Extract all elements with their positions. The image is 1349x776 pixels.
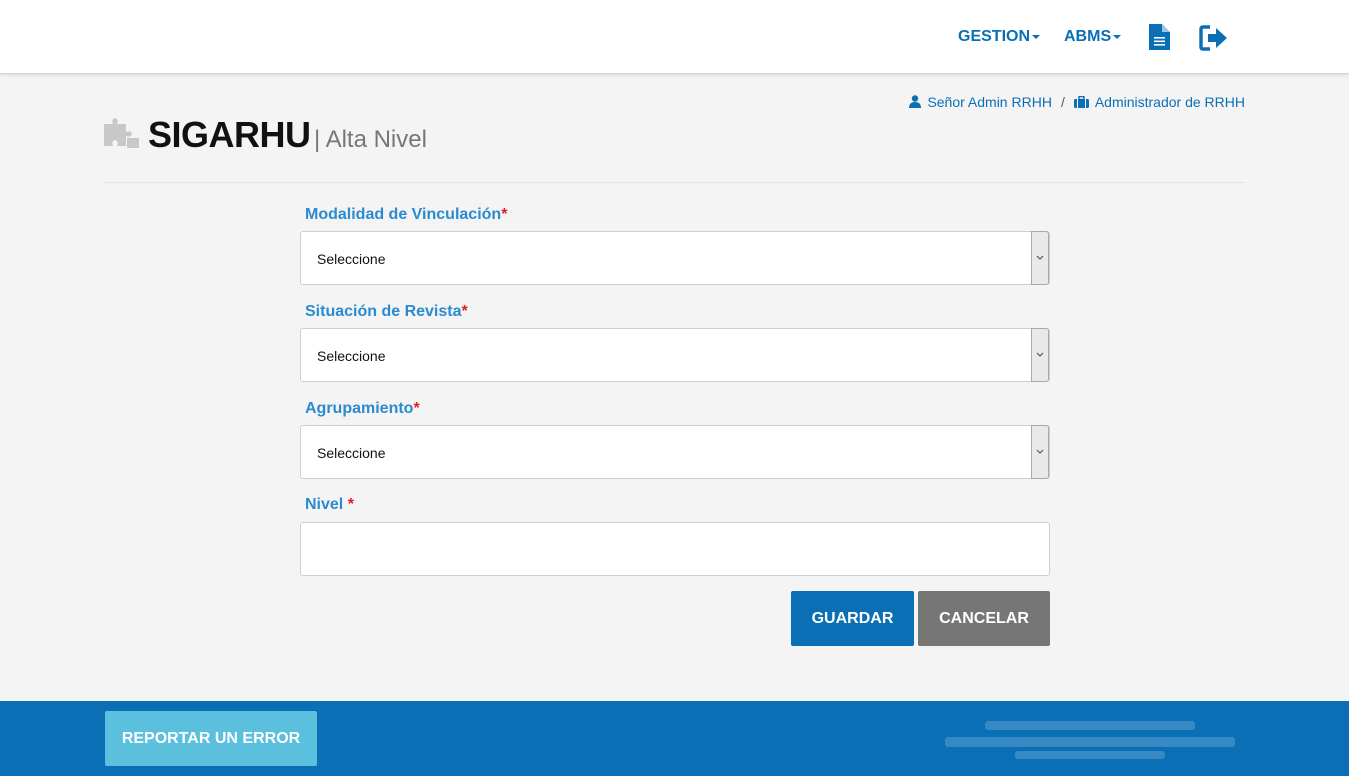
report-error-button[interactable]: REPORTAR UN ERROR [105,711,317,766]
situacion-select[interactable]: Seleccione [300,328,1050,382]
agrupamiento-select-value: Seleccione [317,445,386,461]
document-icon[interactable] [1149,24,1170,55]
select-dropdown-button[interactable] [1031,231,1049,285]
agrupamiento-label: Agrupamiento* [305,400,420,418]
nivel-input[interactable] [300,522,1050,576]
modalidad-select-value: Seleccione [317,251,386,267]
menu-gestion-label: GESTION [958,28,1031,45]
required-marker: * [461,303,468,320]
logout-icon[interactable] [1199,25,1229,56]
user-role[interactable]: Administrador de RRHH [1095,94,1245,110]
page-title: SIGARHU [148,114,311,155]
modalidad-select[interactable]: Seleccione [300,231,1050,285]
caret-down-icon [1113,34,1122,39]
user-breadcrumb: Señor Admin RRHH / Administrador de RRHH [909,94,1245,110]
select-dropdown-button[interactable] [1031,328,1049,382]
modalidad-label-text: Modalidad de Vinculación [305,206,502,223]
save-button[interactable]: GUARDAR [791,591,914,646]
caret-down-icon [1032,34,1041,39]
menu-gestion[interactable]: GESTION [958,28,1041,46]
chevron-down-icon [1036,449,1044,454]
page-subtitle: | Alta Nivel [314,126,427,153]
chevron-down-icon [1036,352,1044,357]
menu-abms-label: ABMS [1064,28,1112,45]
briefcase-icon [1073,95,1089,108]
cancel-button[interactable]: CANCELAR [918,591,1050,646]
required-marker: * [347,496,354,513]
puzzle-icon [104,118,139,148]
agrupamiento-label-text: Agrupamiento [305,400,414,417]
header-divider [104,182,1246,183]
modalidad-label: Modalidad de Vinculación* [305,206,507,224]
select-dropdown-button[interactable] [1031,425,1049,479]
situacion-select-value: Seleccione [317,348,386,364]
situacion-label: Situación de Revista* [305,303,468,321]
menu-abms[interactable]: ABMS [1064,28,1122,46]
situacion-label-text: Situación de Revista [305,303,462,320]
top-navbar: GESTION ABMS [0,0,1349,74]
nivel-label: Nivel * [305,496,354,514]
user-name[interactable]: Señor Admin RRHH [927,94,1052,110]
required-marker: * [413,400,420,417]
chevron-down-icon [1036,255,1044,260]
required-marker: * [501,206,508,223]
agrupamiento-select[interactable]: Seleccione [300,425,1050,479]
user-icon [909,95,922,108]
breadcrumb-separator: / [1060,94,1065,110]
nivel-label-text: Nivel [305,496,348,513]
footer: REPORTAR UN ERROR [0,701,1349,776]
footer-logo-watermark [945,721,1235,759]
